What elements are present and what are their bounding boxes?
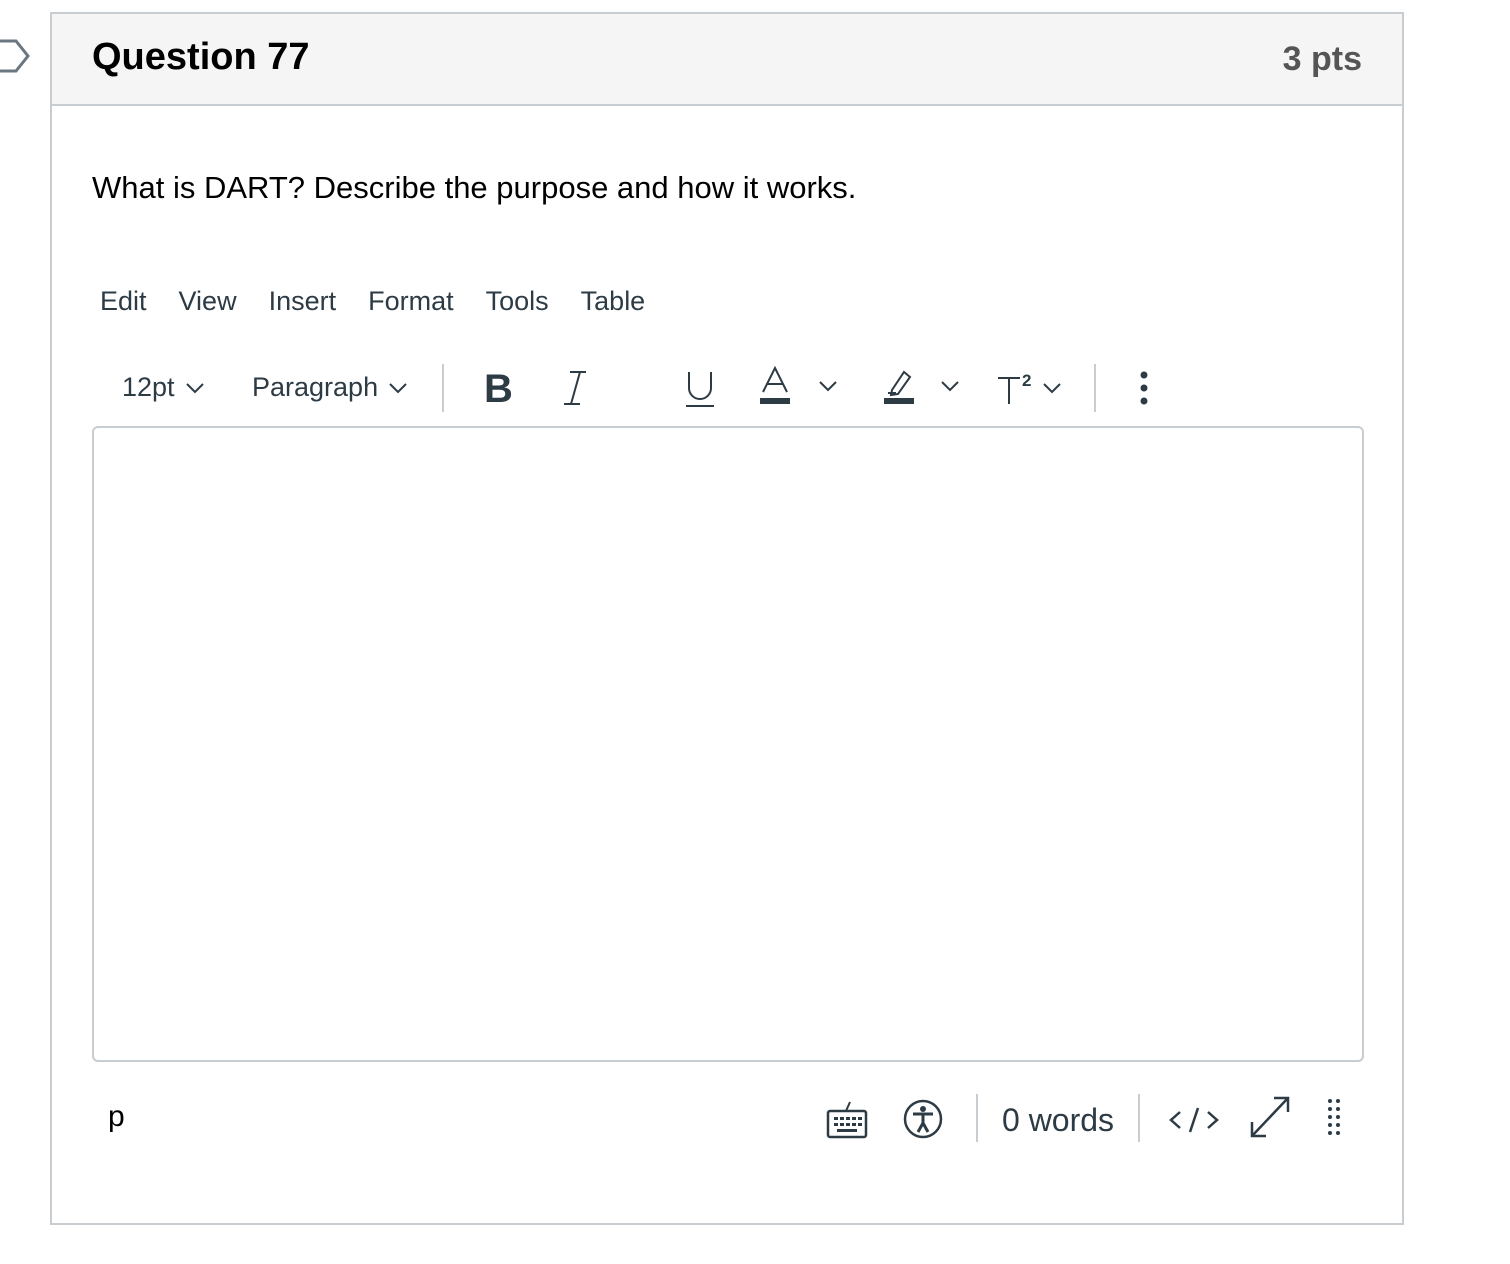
menu-tools[interactable]: Tools (486, 282, 549, 321)
question-points: 3 pts (1282, 40, 1362, 78)
text-color-icon (760, 366, 790, 404)
highlight-icon (884, 370, 914, 404)
chevron-down-icon (941, 381, 959, 392)
editor-toolbar: 12pt Paragraph B 2 (100, 350, 1160, 426)
text-color-button[interactable] (758, 366, 838, 406)
svg-text:B: B (484, 368, 513, 408)
question-card: Question 77 3 pts What is DART? Describe… (50, 12, 1404, 1225)
menu-view[interactable]: View (179, 282, 237, 321)
statusbar-separator (976, 1094, 978, 1142)
chevron-down-icon (185, 382, 204, 393)
underline-icon[interactable] (682, 368, 718, 410)
italic-icon[interactable] (558, 368, 594, 408)
menu-insert[interactable]: Insert (269, 282, 337, 321)
question-title: Question 77 (92, 36, 310, 78)
keyboard-icon[interactable] (826, 1100, 868, 1140)
block-format-dropdown[interactable]: Paragraph (252, 372, 408, 403)
element-path[interactable]: p (108, 1100, 125, 1134)
highlight-color-button[interactable] (882, 366, 960, 406)
editor-menubar: Edit View Insert Format Tools Table (100, 282, 677, 321)
editor-statusbar: p 0 words (92, 1086, 1364, 1156)
superscript-icon: 2 (998, 371, 1031, 404)
svg-text:2: 2 (1022, 371, 1031, 390)
toolbar-separator (1094, 364, 1096, 412)
menu-table[interactable]: Table (581, 282, 646, 321)
menu-format[interactable]: Format (368, 282, 454, 321)
menu-edit[interactable]: Edit (100, 282, 147, 321)
bold-icon[interactable]: B (480, 368, 516, 408)
question-text: What is DART? Describe the purpose and h… (92, 170, 857, 205)
html-source-icon[interactable] (1168, 1104, 1220, 1136)
statusbar-separator (1138, 1094, 1140, 1142)
chevron-down-icon (819, 381, 837, 392)
more-icon[interactable] (1138, 368, 1150, 408)
question-header: Question 77 3 pts (52, 14, 1402, 106)
accessibility-icon[interactable] (902, 1098, 944, 1140)
chevron-down-icon (1043, 383, 1061, 394)
rich-text-editor[interactable] (92, 426, 1364, 1062)
resize-handle-icon[interactable] (1326, 1096, 1342, 1136)
fullscreen-icon[interactable] (1248, 1094, 1292, 1140)
superscript-button[interactable]: 2 (996, 368, 1062, 408)
font-size-dropdown[interactable]: 12pt (122, 372, 205, 403)
font-size-value: 12pt (122, 372, 175, 402)
block-format-value: Paragraph (252, 372, 379, 402)
chevron-down-icon (389, 382, 407, 393)
toolbar-separator (442, 364, 444, 412)
word-count[interactable]: 0 words (1002, 1102, 1114, 1139)
flag-question-icon[interactable] (0, 38, 34, 74)
